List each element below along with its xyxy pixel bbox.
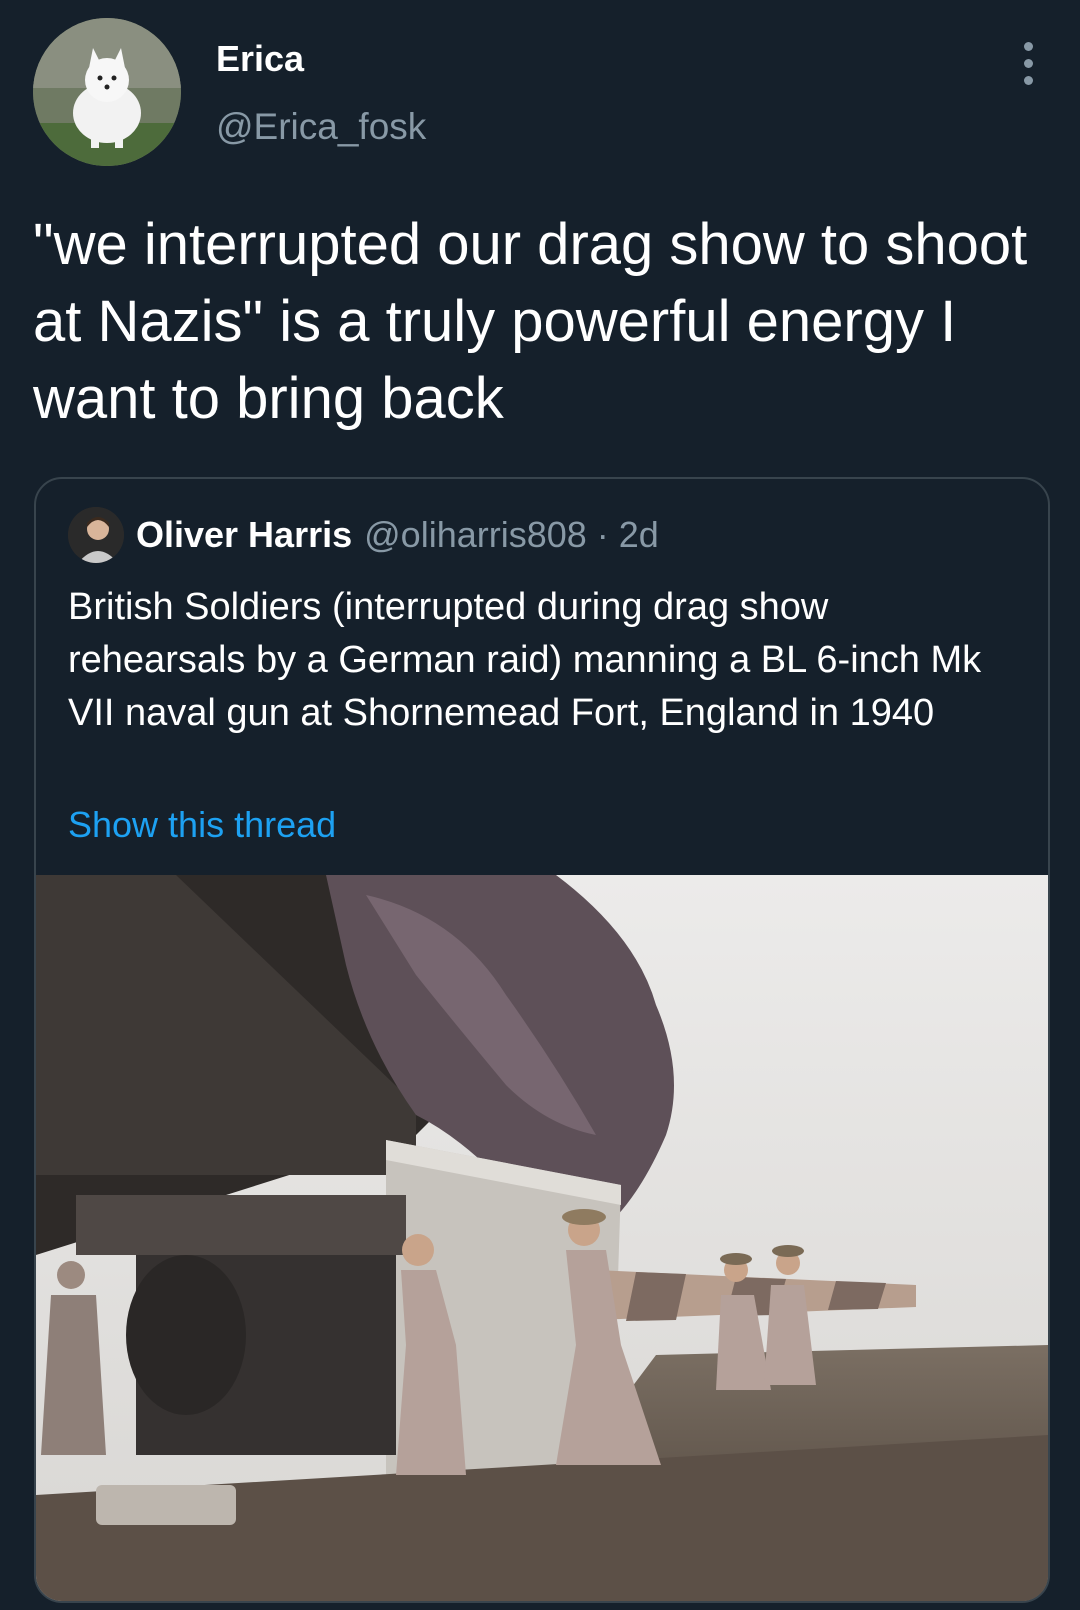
show-thread-link[interactable]: Show this thread: [68, 804, 336, 846]
arctic-fox-avatar-icon: [33, 18, 181, 166]
quoted-author-handle-time: @oliharris808 · 2d: [364, 514, 659, 555]
quoted-author-name[interactable]: Oliver Harris: [136, 514, 352, 556]
quoted-tweet-image[interactable]: [36, 875, 1048, 1601]
more-vertical-icon[interactable]: [1024, 42, 1034, 85]
quoted-author-avatar[interactable]: [68, 507, 124, 563]
author-name[interactable]: Erica: [216, 38, 304, 80]
quoted-tweet-text: British Soldiers (interrupted during dra…: [68, 586, 982, 734]
quoted-tweet[interactable]: Oliver Harris @oliharris808 · 2d British…: [34, 477, 1050, 1603]
author-handle[interactable]: @Erica_fosk: [216, 106, 426, 148]
tweet-text: "we interrupted our drag show to shoot a…: [33, 212, 1028, 431]
soldiers-naval-gun-photo-icon: [36, 875, 1048, 1601]
quoted-tweet-header: Oliver Harris @oliharris808 · 2d: [68, 507, 659, 563]
author-avatar[interactable]: [33, 18, 181, 166]
person-avatar-icon: [68, 507, 124, 563]
